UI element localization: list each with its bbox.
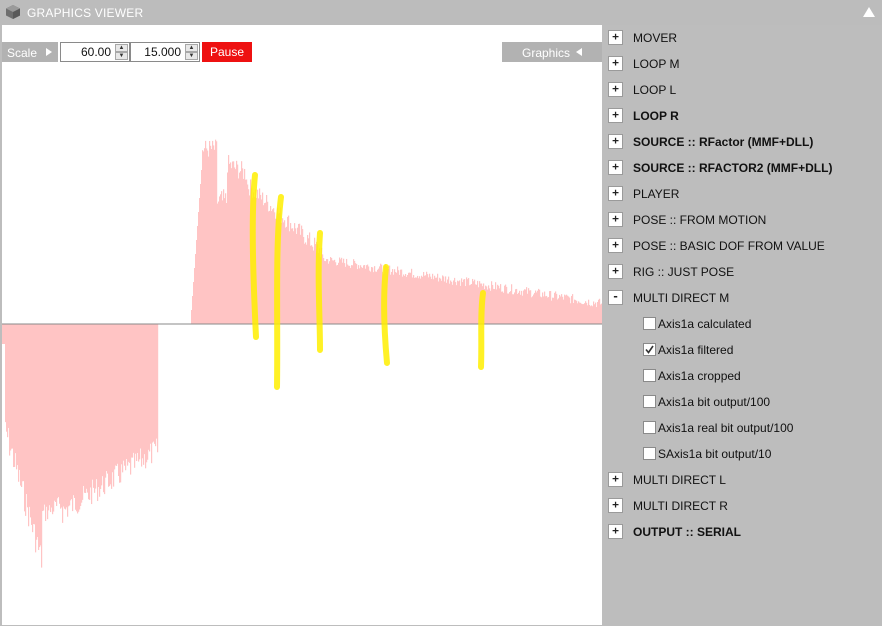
- tree-item-label: RIG :: JUST POSE: [633, 265, 735, 279]
- channel-option[interactable]: SAxis1a bit output/10: [602, 441, 882, 467]
- channel-option[interactable]: Axis1a cropped: [602, 363, 882, 389]
- channel-option[interactable]: Axis1a filtered: [602, 337, 882, 363]
- tree-item[interactable]: + SOURCE :: RFACTOR2 (MMF+DLL): [602, 155, 882, 181]
- window-title: GRAPHICS VIEWER: [27, 6, 144, 20]
- channel-option-label: Axis1a filtered: [658, 343, 734, 357]
- expand-plus-icon[interactable]: +: [608, 30, 623, 45]
- triangle-up-icon[interactable]: [862, 6, 876, 18]
- tree-item[interactable]: + PLAYER: [602, 181, 882, 207]
- spin-down-icon[interactable]: ▼: [185, 52, 198, 60]
- scale-value-input-a[interactable]: [63, 45, 111, 59]
- tree-item[interactable]: - MULTI DIRECT M: [602, 285, 882, 311]
- tree-item[interactable]: + MOVER: [602, 25, 882, 51]
- tree-item[interactable]: + LOOP R: [602, 103, 882, 129]
- tree-item-label: PLAYER: [633, 187, 680, 201]
- expand-plus-icon[interactable]: +: [608, 186, 623, 201]
- scale-spinner-a[interactable]: ▲ ▼: [60, 42, 130, 62]
- pause-button[interactable]: Pause: [202, 42, 252, 62]
- expand-plus-icon[interactable]: +: [608, 56, 623, 71]
- tree-item[interactable]: + LOOP L: [602, 77, 882, 103]
- channel-checkbox[interactable]: [643, 421, 656, 434]
- tree-item-label: POSE :: FROM MOTION: [633, 213, 767, 227]
- triangle-right-icon: [46, 48, 52, 56]
- tree-item[interactable]: + POSE :: FROM MOTION: [602, 207, 882, 233]
- channel-tree: + MOVER + LOOP M + LOOP L + LOOP R + SOURCE :: RF…: [602, 25, 882, 625]
- scale-dropdown[interactable]: Scale: [2, 42, 58, 62]
- spin-up-icon[interactable]: ▲: [115, 44, 128, 52]
- graph-canvas: [2, 139, 602, 568]
- scale-value-input-b[interactable]: [133, 45, 181, 59]
- checkmark-icon: [645, 345, 654, 354]
- channel-checkbox[interactable]: [643, 369, 656, 382]
- expand-plus-icon[interactable]: +: [608, 108, 623, 123]
- highlight-stroke: [478, 290, 486, 370]
- graph-panel[interactable]: Scale ▲ ▼ ▲ ▼ Pause Graphics: [2, 25, 602, 625]
- expand-plus-icon[interactable]: +: [608, 160, 623, 175]
- tree-item-label: MULTI DIRECT L: [633, 473, 726, 487]
- tree-item[interactable]: + MULTI DIRECT L: [602, 467, 882, 493]
- channel-checkbox[interactable]: [643, 447, 656, 460]
- tree-item-label: MULTI DIRECT M: [633, 291, 730, 305]
- tree-item[interactable]: + MULTI DIRECT R: [602, 493, 882, 519]
- tree-item-label: LOOP R: [633, 109, 679, 123]
- tree-item[interactable]: + OUTPUT :: SERIAL: [602, 519, 882, 545]
- tree-item-label: OUTPUT :: SERIAL: [633, 525, 741, 539]
- channel-checkbox[interactable]: [643, 343, 656, 356]
- expand-plus-icon[interactable]: +: [608, 264, 623, 279]
- tree-item-label: SOURCE :: RFACTOR2 (MMF+DLL): [633, 161, 833, 175]
- scale-spinner-b[interactable]: ▲ ▼: [130, 42, 200, 62]
- tree-item-label: MOVER: [633, 31, 678, 45]
- channel-option-label: Axis1a calculated: [658, 317, 752, 331]
- expand-plus-icon[interactable]: +: [608, 212, 623, 227]
- channel-option[interactable]: Axis1a bit output/100: [602, 389, 882, 415]
- graphics-dropdown[interactable]: Graphics: [502, 42, 602, 62]
- triangle-left-icon: [576, 48, 582, 56]
- tree-item-label: SOURCE :: RFactor (MMF+DLL): [633, 135, 814, 149]
- scale-label: Scale: [7, 46, 38, 60]
- spin-down-icon[interactable]: ▼: [115, 52, 128, 60]
- title-bar: GRAPHICS VIEWER: [0, 0, 882, 25]
- highlight-stroke: [249, 172, 259, 340]
- tree-item[interactable]: + RIG :: JUST POSE: [602, 259, 882, 285]
- highlight-stroke: [315, 230, 323, 353]
- tree-item[interactable]: + POSE :: BASIC DOF FROM VALUE: [602, 233, 882, 259]
- signal-bars: [2, 139, 602, 568]
- cube-logo-icon: [6, 5, 20, 19]
- expand-plus-icon[interactable]: +: [608, 134, 623, 149]
- expand-plus-icon[interactable]: +: [608, 82, 623, 97]
- expand-plus-icon[interactable]: +: [608, 238, 623, 253]
- channel-option[interactable]: Axis1a real bit output/100: [602, 415, 882, 441]
- expand-plus-icon[interactable]: +: [608, 472, 623, 487]
- tree-item[interactable]: + LOOP M: [602, 51, 882, 77]
- tree-item-label: LOOP M: [633, 57, 680, 71]
- channel-option[interactable]: Axis1a calculated: [602, 311, 882, 337]
- highlight-stroke: [381, 264, 390, 366]
- spin-up-icon[interactable]: ▲: [185, 44, 198, 52]
- tree-item-label: MULTI DIRECT R: [633, 499, 728, 513]
- expand-plus-icon[interactable]: +: [608, 498, 623, 513]
- channel-option-label: Axis1a cropped: [658, 369, 741, 383]
- tree-item-label: POSE :: BASIC DOF FROM VALUE: [633, 239, 825, 253]
- tree-item-label: LOOP L: [633, 83, 677, 97]
- tree-item[interactable]: + SOURCE :: RFactor (MMF+DLL): [602, 129, 882, 155]
- collapse-minus-icon[interactable]: -: [608, 290, 623, 305]
- signal-bar: [157, 324, 159, 453]
- channel-checkbox[interactable]: [643, 317, 656, 330]
- graphics-label: Graphics: [522, 46, 571, 60]
- channel-checkbox[interactable]: [643, 395, 656, 408]
- channel-option-label: Axis1a bit output/100: [658, 395, 771, 409]
- channel-option-label: Axis1a real bit output/100: [658, 421, 794, 435]
- channel-option-label: SAxis1a bit output/10: [658, 447, 772, 461]
- expand-plus-icon[interactable]: +: [608, 524, 623, 539]
